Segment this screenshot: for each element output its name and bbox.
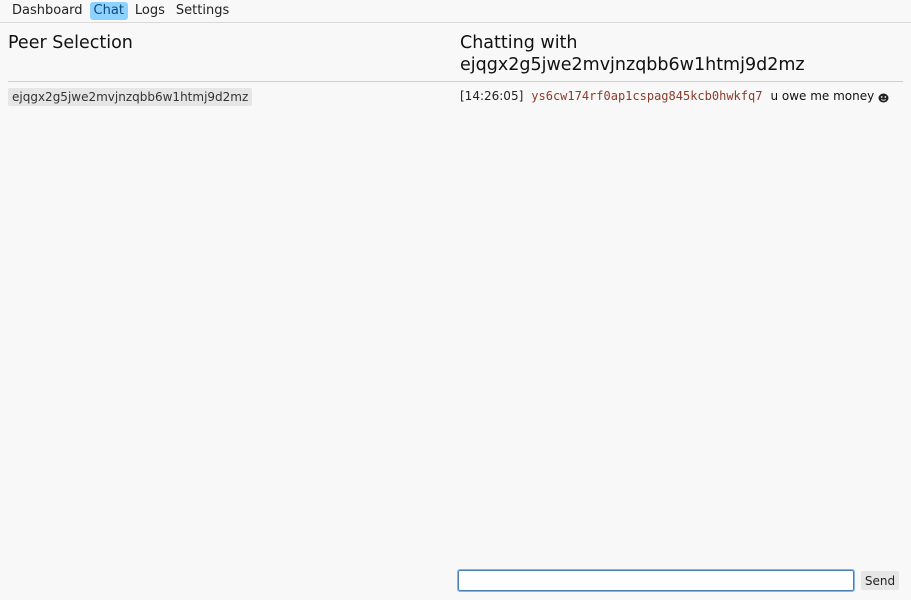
tab-settings[interactable]: Settings [172, 2, 233, 20]
tab-chat[interactable]: Chat [89, 2, 128, 20]
top-nav: Dashboard Chat Logs Settings [0, 0, 911, 23]
chat-peer-id: ejqgx2g5jwe2mvjnzqbb6w1htmj9d2mz [460, 55, 805, 75]
chat-title: Chatting with ejqgx2g5jwe2mvjnzqbb6w1htm… [460, 32, 903, 76]
emoji-icon [878, 91, 889, 103]
chat-title-prefix: Chatting with [460, 33, 578, 53]
tab-dashboard[interactable]: Dashboard [8, 2, 87, 20]
message-input[interactable] [457, 569, 855, 592]
chat-message: [14:26:05] ys6cw174rf0ap1cspag845kcb0hwk… [460, 88, 889, 104]
message-sender: ys6cw174rf0ap1cspag845kcb0hwkfq7 [531, 89, 763, 103]
peer-item[interactable]: ejqgx2g5jwe2mvjnzqbb6w1htmj9d2mz [8, 88, 253, 106]
tab-logs[interactable]: Logs [131, 2, 169, 20]
chat-panel: Chatting with ejqgx2g5jwe2mvjnzqbb6w1htm… [460, 32, 903, 76]
app-window: Dashboard Chat Logs Settings Peer Select… [0, 0, 911, 600]
header-divider [8, 81, 903, 82]
message-text: u owe me money [770, 89, 875, 103]
send-button[interactable]: Send [861, 571, 899, 590]
peer-selection-title: Peer Selection [8, 33, 133, 53]
message-timestamp: [14:26:05] [460, 89, 524, 103]
peer-selection-panel: Peer Selection [8, 32, 444, 54]
